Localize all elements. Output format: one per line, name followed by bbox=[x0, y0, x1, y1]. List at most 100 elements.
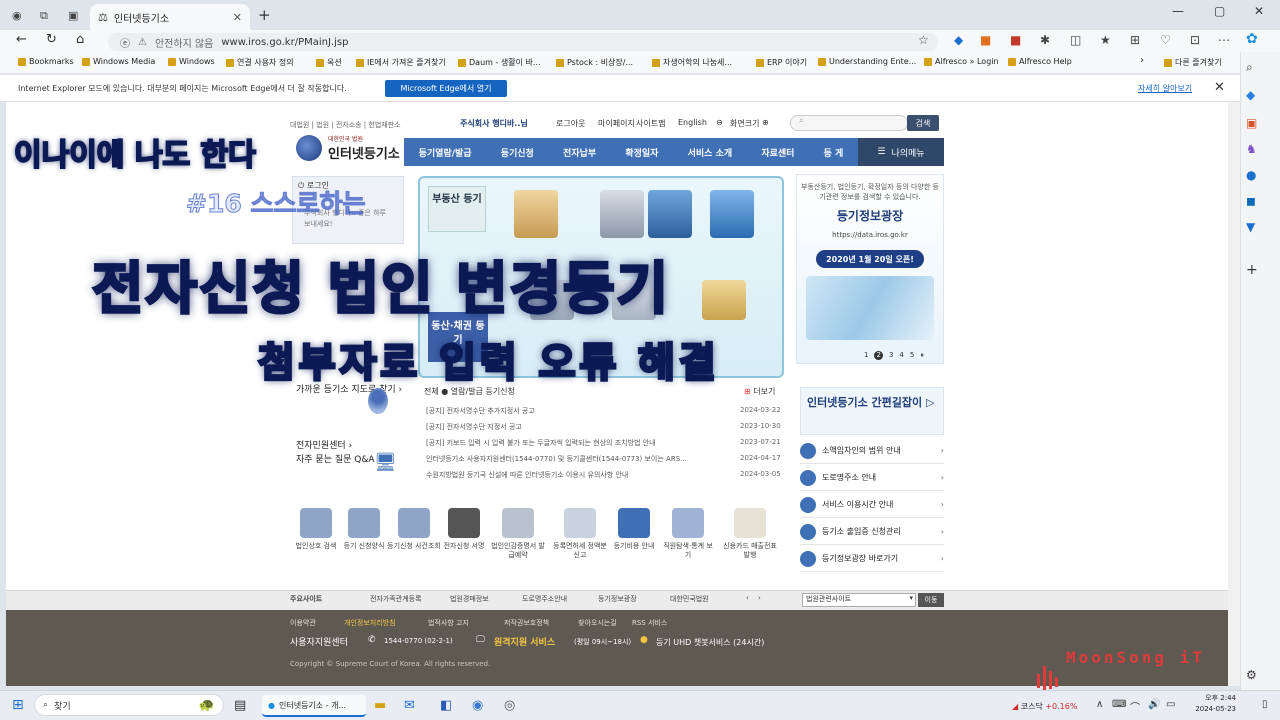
certificate-icon[interactable] bbox=[600, 190, 644, 238]
court-sites-select[interactable]: 법원관련사이트 ▾ bbox=[802, 593, 916, 607]
calendar-icon[interactable] bbox=[502, 508, 534, 538]
mail-icon[interactable]: ✉ bbox=[404, 698, 415, 713]
notification-icon[interactable]: ▯ bbox=[1262, 699, 1268, 710]
sitemap-link[interactable]: 사이트맵 bbox=[636, 118, 665, 129]
shield-extension-icon[interactable]: ◆ bbox=[954, 33, 963, 47]
url-bar[interactable]: ⓔ ⚠ 안전하지 않음 www.iros.go.kr/PMainJ.jsp bbox=[108, 33, 938, 51]
network-icon[interactable]: ⌒ bbox=[1130, 699, 1140, 714]
bookmark-item[interactable]: IE에서 가져온 즐겨찾기 bbox=[356, 57, 446, 68]
minimize-icon[interactable]: — bbox=[1172, 4, 1184, 18]
quick-link-label[interactable]: 등기 신청양식 bbox=[337, 542, 391, 551]
bookmark-item[interactable]: Windows Media bbox=[82, 57, 155, 66]
family-site-links[interactable]: 대법원 | 법원 | 전자소송 | 헌법재판소 bbox=[290, 120, 401, 130]
extension-orange-icon[interactable]: ■ bbox=[980, 33, 991, 47]
back-icon[interactable]: ← bbox=[16, 32, 27, 47]
right-link-item[interactable]: 소액임차인의 범위 안내 › bbox=[800, 438, 944, 464]
prev-arrow-icon[interactable]: ‹ bbox=[746, 594, 749, 602]
quick-link-label[interactable]: 직원탐색·통계 보기 bbox=[661, 542, 715, 560]
corp-search-icon[interactable] bbox=[300, 508, 332, 538]
notice-item[interactable]: 수원지방법원 등기국 신설에 따른 인터넷등기소 이용시 유의사항 안내 bbox=[426, 470, 736, 480]
statistics-icon[interactable] bbox=[672, 508, 704, 538]
checkbox-icon[interactable] bbox=[710, 190, 754, 238]
site-logo[interactable]: 대한민국 법원 인터넷등기소 bbox=[296, 134, 400, 162]
my-menu-button[interactable]: ☰ 나의메뉴 bbox=[858, 138, 944, 166]
mypage-link[interactable]: 마이페이지 bbox=[598, 118, 635, 129]
coins-icon[interactable] bbox=[702, 280, 746, 320]
quick-link-label[interactable]: 등기비용 안내 bbox=[607, 542, 661, 551]
screenshot-icon[interactable]: ⊡ bbox=[1190, 33, 1200, 47]
bookmark-item[interactable]: Alfresco » Login bbox=[924, 57, 999, 66]
logout-link[interactable]: 로그아웃 bbox=[556, 118, 585, 129]
collections-icon[interactable]: ⊞ bbox=[1130, 33, 1140, 47]
sidebar-drop-icon[interactable]: ▼ bbox=[1246, 220, 1255, 234]
right-link-item[interactable]: 등기정보광장 바로가기 › bbox=[800, 546, 944, 572]
store-icon[interactable]: ◧ bbox=[440, 698, 452, 713]
extensions-puzzle-icon[interactable]: ✱ bbox=[1040, 33, 1050, 47]
taskbar-edge-window[interactable]: ● 인터넷등기소 - 개... bbox=[262, 695, 366, 717]
taskbar-clock[interactable]: 오후 2:44 2024-05-23 bbox=[1190, 693, 1236, 715]
browser-essentials-icon[interactable]: ♡ bbox=[1160, 33, 1171, 47]
bookmark-item[interactable]: Daum - 생활이 바... bbox=[458, 57, 541, 68]
split-screen-icon[interactable]: ◫ bbox=[1070, 33, 1081, 47]
more-menu-icon[interactable]: ⋯ bbox=[1218, 33, 1230, 47]
pager-pause-icon[interactable]: ⏸ bbox=[920, 351, 924, 360]
document-icon[interactable] bbox=[514, 190, 558, 238]
right-link-item[interactable]: 서비스 이용시간 안내 › bbox=[800, 492, 944, 518]
zoom-out-icon[interactable]: ⊖ bbox=[716, 118, 723, 127]
extension-red-icon[interactable]: ■ bbox=[1010, 33, 1021, 47]
right-link-item[interactable]: 도로명주소 안내 › bbox=[800, 465, 944, 491]
major-site-link[interactable]: 전자가족관계등록 bbox=[370, 594, 422, 604]
quick-link-label[interactable]: 신용카드 매출전표 발행 bbox=[723, 542, 777, 560]
maximize-icon[interactable]: ▢ bbox=[1214, 4, 1225, 18]
pager-1[interactable]: 1 bbox=[864, 351, 868, 360]
volume-icon[interactable]: 🔊 bbox=[1148, 699, 1160, 710]
quick-link-label[interactable]: 등록면허세 정액분 신고 bbox=[553, 542, 607, 560]
major-site-link[interactable]: 등기정보광장 bbox=[598, 594, 637, 604]
quick-link-label[interactable]: 등기신청 사건조회 bbox=[387, 542, 441, 551]
copilot-icon[interactable]: ✿ bbox=[1246, 31, 1258, 47]
pager-3[interactable]: 3 bbox=[889, 351, 893, 360]
bookmark-item[interactable]: Windows bbox=[168, 57, 215, 66]
sidebar-outlook-icon[interactable]: ◼ bbox=[1246, 194, 1256, 208]
pager-2[interactable]: 2 bbox=[874, 351, 883, 360]
mobile-icon[interactable] bbox=[648, 190, 692, 238]
other-favorites[interactable]: 다른 즐겨찾기 bbox=[1164, 57, 1222, 68]
nav-item-fixed-date[interactable]: 확정일자 bbox=[625, 146, 658, 159]
tab-actions-icon[interactable]: ▣ bbox=[68, 9, 78, 22]
footer-link[interactable]: 찾아오시는길 bbox=[578, 618, 617, 628]
banner-real-estate[interactable]: 부동산 등기 bbox=[428, 186, 486, 232]
quick-guide-banner[interactable]: 인터넷등기소 간편길잡이 ▷ bbox=[800, 387, 944, 435]
bookmark-item[interactable]: Bookmarks bbox=[18, 57, 74, 66]
footer-link[interactable]: RSS 서비스 bbox=[632, 618, 667, 628]
browser-tab[interactable]: ⚖ 인터넷등기소 ✕ bbox=[90, 4, 250, 30]
chatbot-link[interactable]: 등기 UHD 챗봇서비스 (24시간) bbox=[656, 637, 764, 648]
file-explorer-icon[interactable]: ▬ bbox=[374, 698, 386, 713]
major-site-link[interactable]: 법원경매정보 bbox=[450, 594, 489, 604]
sidebar-tools-icon[interactable]: ▣ bbox=[1246, 116, 1257, 130]
nav-item-etc[interactable]: 등 게 bbox=[824, 146, 844, 159]
bookmark-item[interactable]: 연결 사용자 정의 bbox=[226, 57, 294, 68]
question-icon[interactable] bbox=[618, 508, 650, 538]
case-lookup-icon[interactable] bbox=[398, 508, 430, 538]
taskbar-search[interactable]: ⌕ 찾기 🐢 bbox=[34, 694, 224, 716]
notice-item[interactable]: [공지] 전자서명수단 지정서 공고 bbox=[426, 422, 776, 432]
nav-item-service[interactable]: 서비스 소개 bbox=[688, 146, 733, 159]
footer-link[interactable]: 이용약관 bbox=[290, 618, 316, 628]
sidebar-search-icon[interactable]: ⌕ bbox=[1246, 60, 1253, 75]
quick-link-label[interactable]: 법인상호 검색 bbox=[289, 542, 343, 551]
quick-link-label[interactable]: 전자신청 서명 bbox=[437, 542, 491, 551]
stock-widget[interactable]: ◢ 코스닥 +0.16% bbox=[1012, 701, 1077, 712]
sidebar-games-icon[interactable]: ♞ bbox=[1246, 142, 1257, 156]
sidebar-tag-icon[interactable]: ◆ bbox=[1246, 88, 1255, 102]
windows-start-icon[interactable]: ⊞ bbox=[12, 697, 24, 713]
footer-link-privacy[interactable]: 개인정보처리방침 bbox=[344, 618, 396, 628]
home-icon[interactable]: ⌂ bbox=[76, 32, 84, 47]
notice-item[interactable]: 인터넷등기소 사용자지원센터(1544-0770) 및 등기콜센터(1544-0… bbox=[426, 454, 726, 464]
footer-link[interactable]: 저작권보호정책 bbox=[504, 618, 549, 628]
footer-link[interactable]: 법적사항 고지 bbox=[428, 618, 469, 628]
faq-link[interactable]: 자주 묻는 질문 Q&A bbox=[296, 454, 375, 466]
bookmark-item[interactable]: ERP 이야기 bbox=[756, 57, 807, 68]
bookmark-item[interactable]: 자생어학의 나눔세... bbox=[652, 57, 732, 68]
pen-sign-icon[interactable] bbox=[448, 508, 480, 538]
app-icon[interactable]: ◉ bbox=[472, 698, 483, 713]
